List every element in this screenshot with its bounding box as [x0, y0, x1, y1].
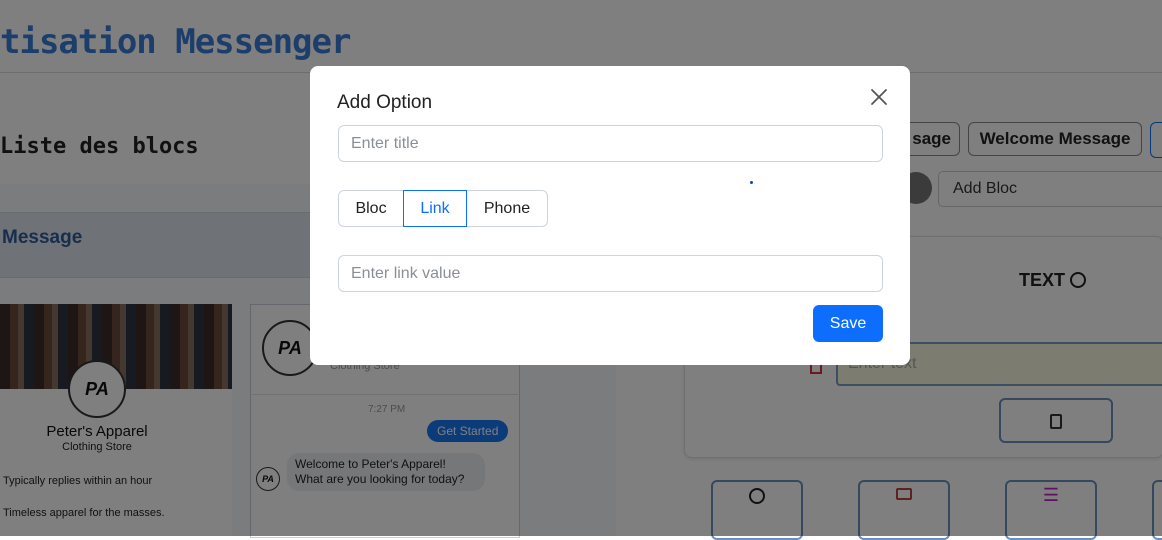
close-icon [871, 89, 887, 105]
title-input[interactable] [338, 125, 883, 162]
tab-bloc[interactable]: Bloc [338, 190, 404, 227]
link-value-input[interactable] [338, 255, 883, 292]
focus-dot [750, 181, 753, 184]
save-button[interactable]: Save [813, 305, 883, 342]
add-option-modal: Add Option Bloc Link Phone Save [310, 66, 910, 365]
tab-phone[interactable]: Phone [466, 190, 548, 227]
close-button[interactable] [868, 86, 890, 108]
option-type-tabs: Bloc Link Phone [338, 190, 548, 227]
modal-title: Add Option [337, 92, 433, 113]
tab-link[interactable]: Link [403, 190, 467, 227]
